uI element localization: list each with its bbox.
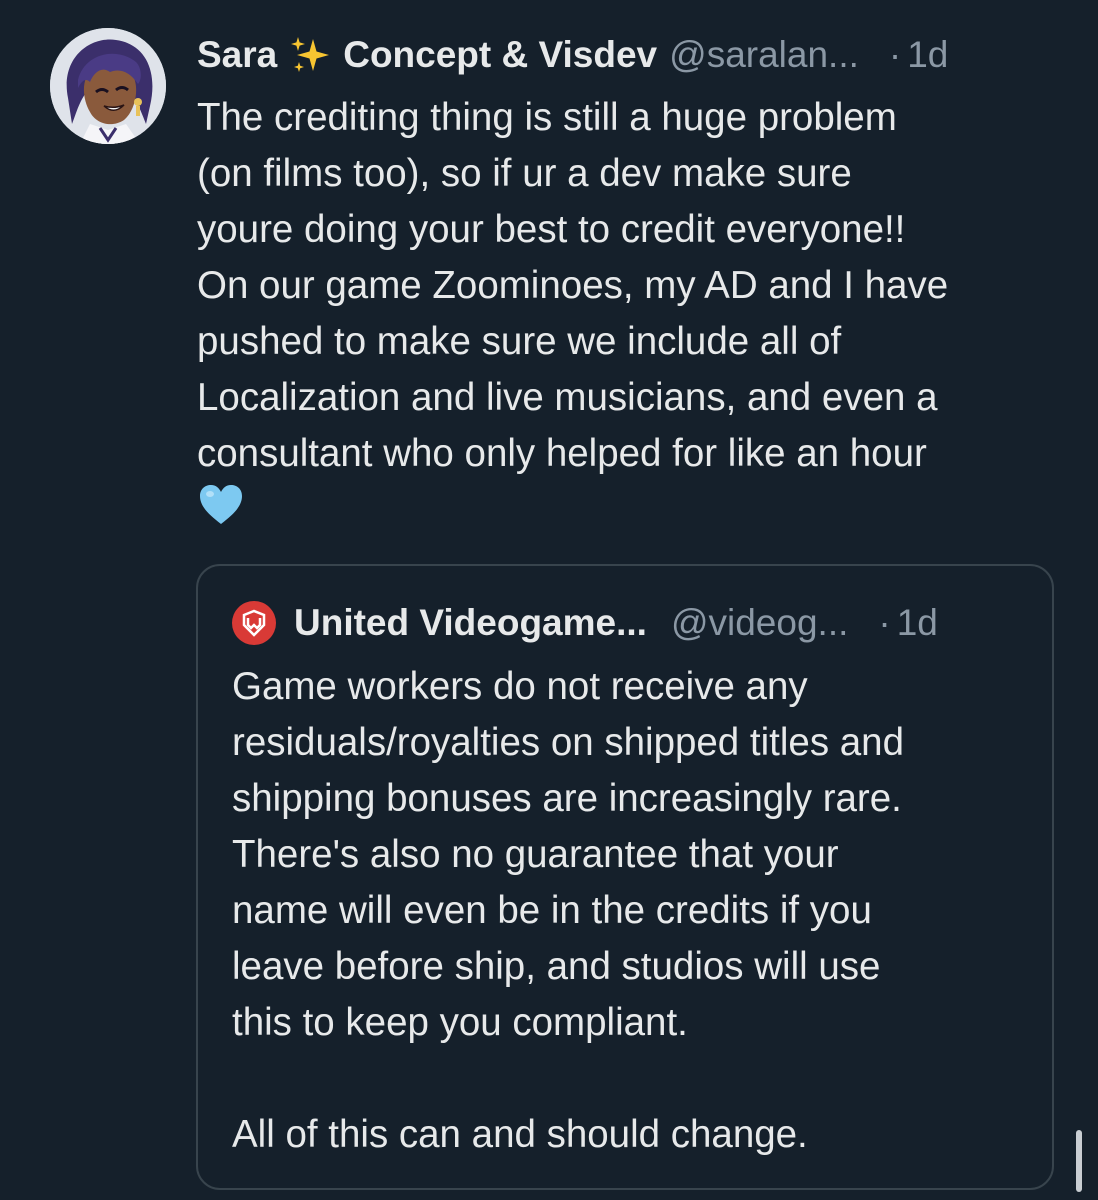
display-name[interactable]: Sara: [197, 30, 277, 80]
quoted-display-name[interactable]: United Videogame...: [294, 598, 647, 648]
light-blue-heart-icon: [198, 484, 244, 526]
scrollbar[interactable]: [1076, 1130, 1082, 1192]
sparkles-emoji-icon: [289, 35, 333, 75]
post-text: The crediting thing is still a huge prob…: [197, 96, 949, 475]
user-avatar[interactable]: [50, 28, 166, 144]
quoted-post-header: United Videogame... @videog... · 1d: [232, 598, 1032, 648]
quoted-post[interactable]: United Videogame... @videog... · 1d Game…: [196, 564, 1054, 1190]
quoted-user-handle[interactable]: @videog...: [671, 598, 848, 648]
post[interactable]: Sara Concept & Visdev @saralan... · 1d T…: [0, 0, 1098, 1200]
quoted-post-text: Game workers do not receive any residual…: [232, 665, 905, 1156]
union-logo-icon[interactable]: [232, 601, 276, 645]
timestamp[interactable]: 1d: [907, 30, 948, 80]
user-handle[interactable]: @saralan...: [669, 30, 859, 80]
quoted-separator-dot: ·: [878, 602, 891, 643]
quoted-timestamp[interactable]: 1d: [897, 598, 938, 648]
anime-character-avatar-icon: [50, 28, 166, 144]
display-name-suffix[interactable]: Concept & Visdev: [343, 30, 657, 80]
separator-dot: ·: [888, 34, 902, 75]
post-header: Sara Concept & Visdev @saralan... · 1d: [197, 30, 1067, 80]
